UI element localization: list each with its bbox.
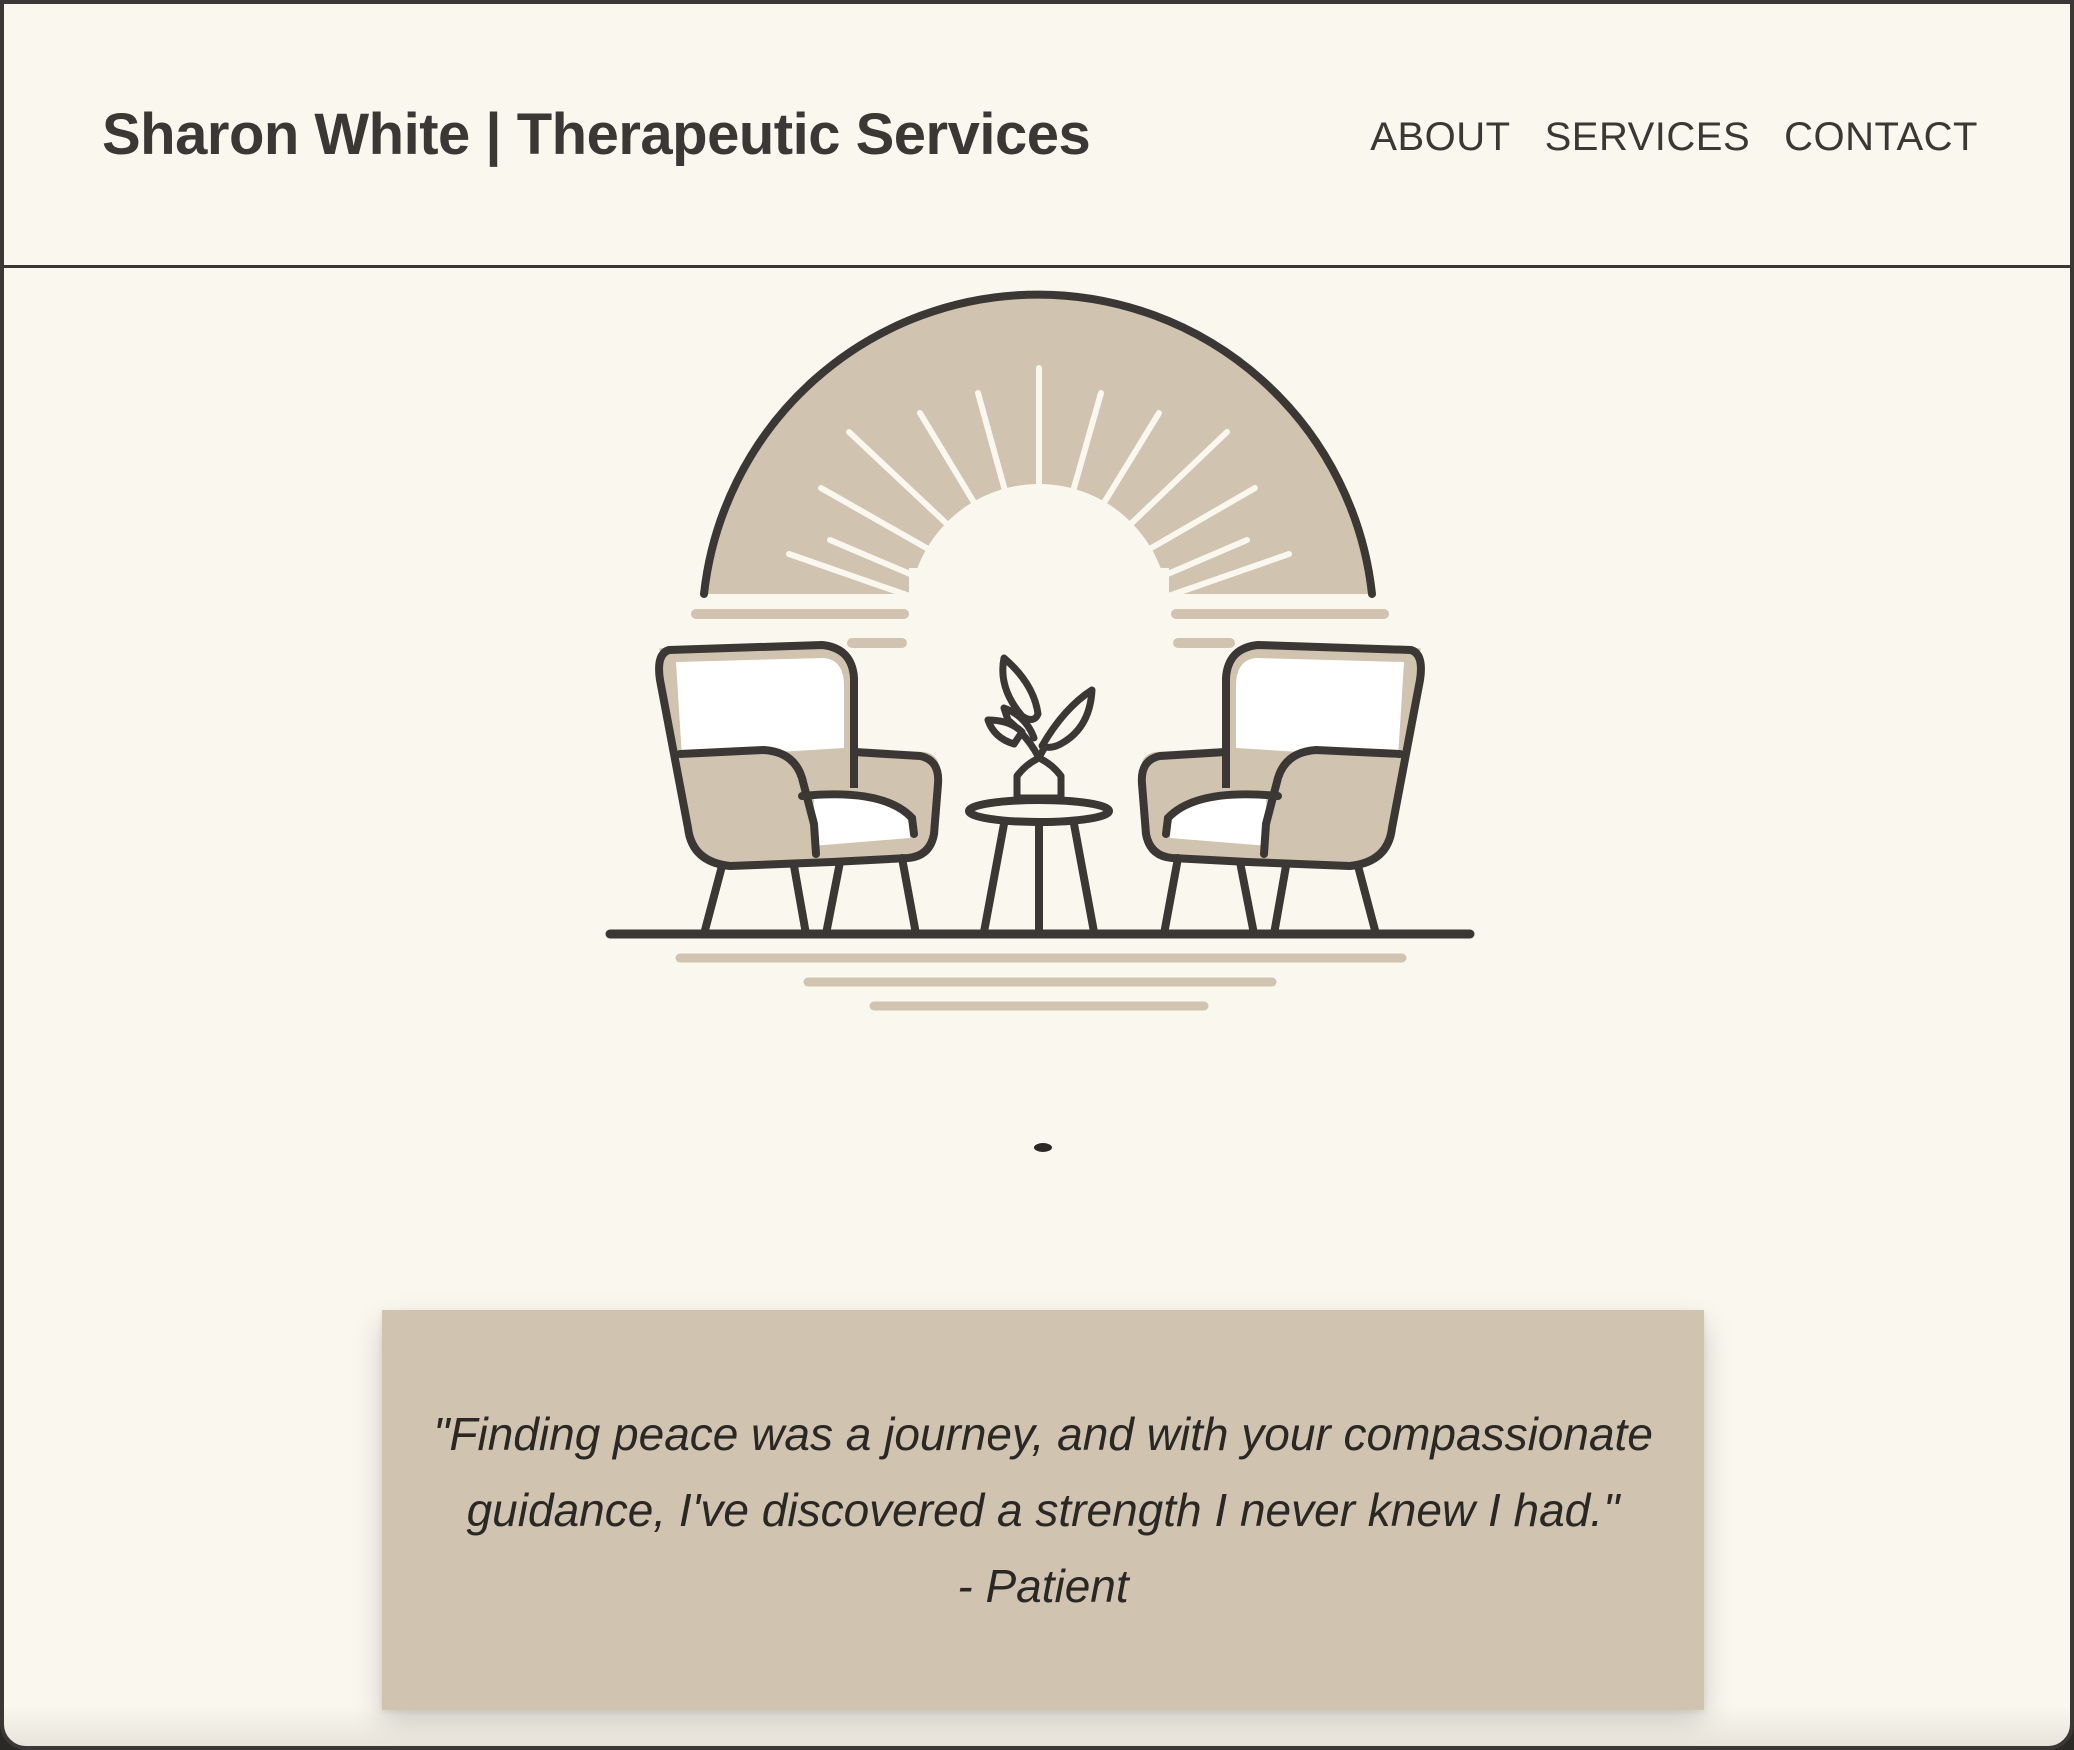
nav-link-services[interactable]: SERVICES (1545, 110, 1751, 164)
hero-section (4, 268, 2070, 1208)
testimonial-card: "Finding peace was a journey, and with y… (382, 1310, 1704, 1710)
site-header: Sharon White | Therapeutic Services ABOU… (4, 4, 2070, 268)
browser-window: Sharon White | Therapeutic Services ABOU… (0, 0, 2074, 1750)
testimonial-attribution: - Patient (957, 1560, 1129, 1612)
site-title[interactable]: Sharon White | Therapeutic Services (102, 100, 1091, 170)
therapy-room-illustration-icon (605, 290, 1475, 1011)
sun-inner-cut (909, 568, 1169, 648)
testimonial-quote: "Finding peace was a journey, and with y… (433, 1408, 1653, 1536)
nav-link-about[interactable]: ABOUT (1370, 110, 1510, 164)
window-bottom-shadow (4, 1706, 2070, 1746)
side-table-icon (965, 796, 1113, 936)
floor-reflection-lines (675, 953, 1407, 1011)
nav-link-contact[interactable]: CONTACT (1784, 110, 1978, 164)
left-chair-icon (655, 641, 943, 938)
carousel-indicator-dot[interactable] (1034, 1143, 1052, 1152)
plant-icon (984, 654, 1096, 802)
main-nav: ABOUT SERVICES CONTACT (1370, 110, 1978, 164)
right-chair-icon (1137, 641, 1425, 938)
